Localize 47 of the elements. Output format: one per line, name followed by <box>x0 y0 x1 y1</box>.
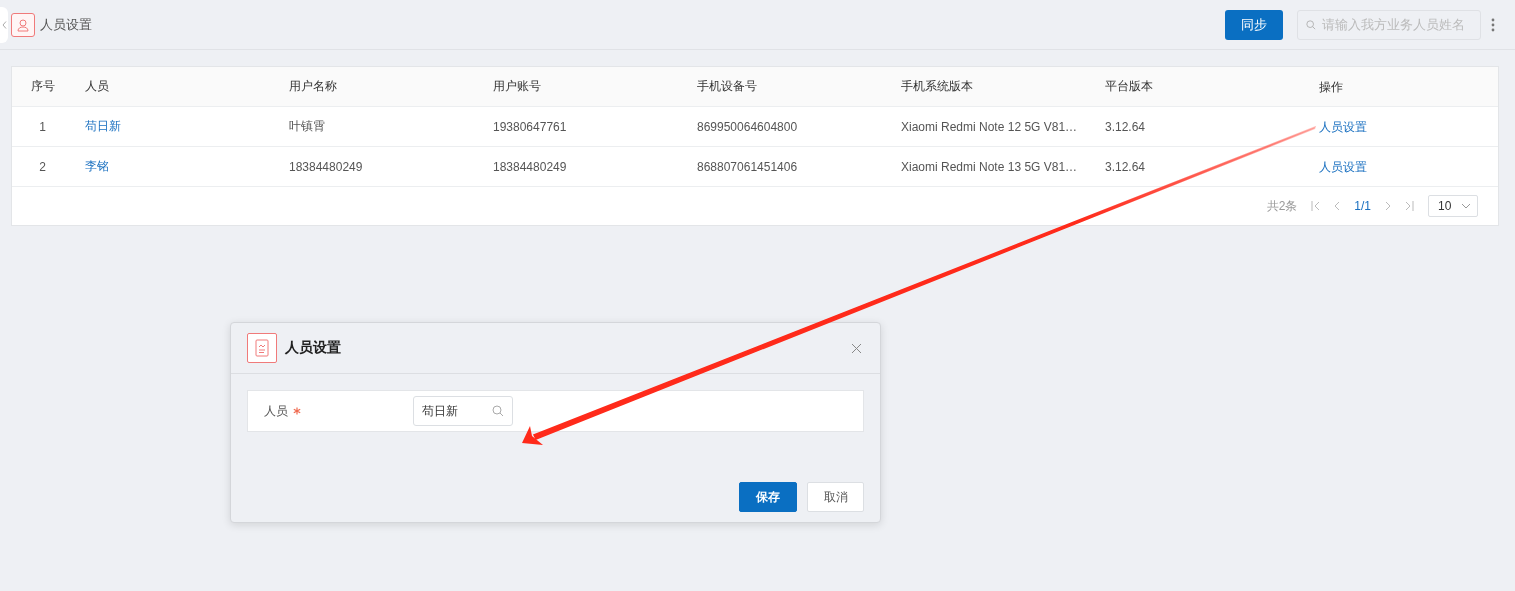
close-icon[interactable] <box>851 342 862 354</box>
cancel-button[interactable]: 取消 <box>807 482 864 512</box>
table-cell-text: 1 <box>38 119 47 134</box>
column-header: 人员 <box>84 78 110 95</box>
table-cell-text: 18384480249 <box>288 159 364 174</box>
chevron-left-icon <box>1 20 7 29</box>
column-header: 用户名称 <box>288 78 338 95</box>
settings-link[interactable]: 人员设置 <box>1319 160 1367 174</box>
table-cell-text: 3.12.64 <box>1104 159 1147 174</box>
person-link[interactable]: 李铭 <box>73 158 277 175</box>
table-cell-text: 叶镇霄 <box>288 118 326 135</box>
page-title: 人员设置 <box>40 15 92 34</box>
search-icon <box>492 405 504 417</box>
document-icon <box>247 333 277 363</box>
field-label: 人员 <box>264 402 288 420</box>
column-header: 手机设备号 <box>696 78 758 95</box>
prev-page-icon[interactable] <box>1334 201 1341 211</box>
table-cell-text: 869950064604800 <box>696 119 799 134</box>
sync-button[interactable]: 同步 <box>1225 9 1283 40</box>
page-size-select[interactable]: 10 <box>1428 195 1478 217</box>
dialog-title: 人员设置 <box>285 339 341 357</box>
column-header: 手机系统版本 <box>900 78 974 95</box>
table-cell-text: 2 <box>38 159 47 174</box>
column-header: 用户账号 <box>492 78 542 95</box>
column-header: 操作 <box>1319 80 1343 94</box>
column-header: 序号 <box>29 78 56 95</box>
person-field[interactable]: 苟日新 <box>413 396 513 426</box>
user-icon <box>11 12 35 37</box>
next-page-icon[interactable] <box>1385 201 1391 211</box>
table-cell-text: 3.12.64 <box>1104 119 1147 134</box>
person-link[interactable]: 苟日新 <box>73 118 277 135</box>
table-cell-text: 19380647761 <box>492 119 568 134</box>
last-page-icon[interactable] <box>1405 201 1414 211</box>
collapse-tab[interactable] <box>0 6 8 43</box>
chevron-down-icon <box>1461 203 1471 209</box>
page-indicator: 1/1 <box>1354 199 1371 213</box>
settings-link[interactable]: 人员设置 <box>1319 120 1367 134</box>
table-cell-text: Xiaomi Redmi Note 12 5G V81… <box>900 119 1079 134</box>
save-button[interactable]: 保存 <box>739 482 797 512</box>
table-cell-text: 18384480249 <box>492 159 568 174</box>
search-icon <box>1306 18 1316 31</box>
total-count: 共2条 <box>1266 197 1298 215</box>
table-cell-text: 868807061451406 <box>696 159 799 174</box>
more-icon[interactable] <box>1491 17 1495 32</box>
column-header: 平台版本 <box>1104 78 1154 95</box>
table-cell-text: Xiaomi Redmi Note 13 5G V81… <box>900 159 1079 174</box>
first-page-icon[interactable] <box>1311 201 1321 211</box>
